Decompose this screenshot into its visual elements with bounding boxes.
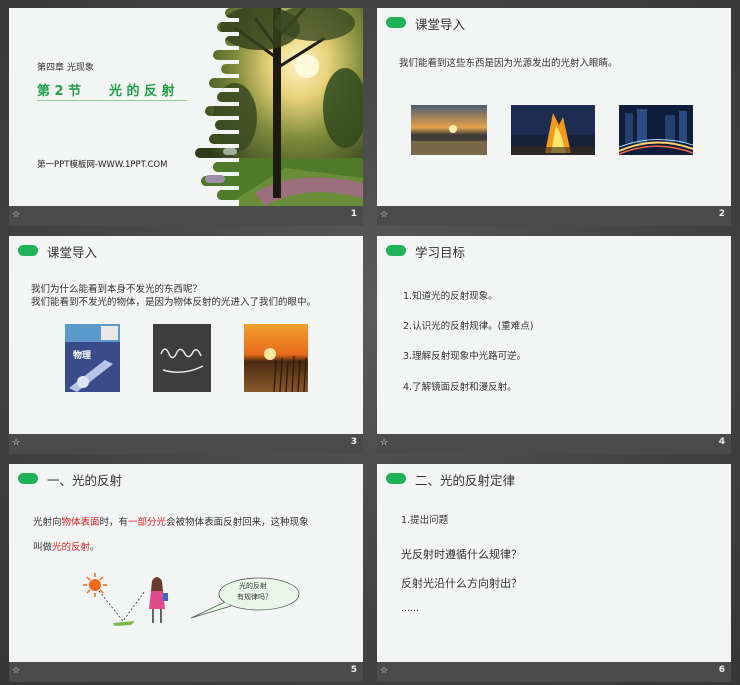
heading-pill-icon: [18, 245, 38, 256]
slide-2-body: 我们能看到这些东西是因为光源发出的光射入眼睛。: [399, 58, 618, 69]
definition-line-1: 光射向物体表面时，有一部分光会被物体表面反射回来，这种现象: [33, 514, 309, 528]
section-label: 第 2 节: [37, 84, 82, 99]
physics-book-photo: 物理: [65, 324, 120, 392]
slide-3-canvas: 课堂导入 我们为什么能看到本身不发光的东西呢？ 我们能看到不发光的物体，是因为物…: [9, 236, 363, 434]
slide-6-subheading: 1.提出问题: [401, 515, 449, 526]
bonfire-photo: [511, 105, 595, 155]
slide-1-canvas: 第四章 光现象 第 2 节 光 的 反 射 第一PPT模板网-WWW.1PPT.…: [9, 8, 363, 206]
slide-thumbnail-2[interactable]: 课堂导入 我们能看到这些东西是因为光源发出的光射入眼睛。 ☆ 2: [377, 8, 731, 226]
slide-thumbnail-6[interactable]: 二、光的反射定律 1.提出问题 光反射时遵循什么规律？ 反射光沿什么方向射出？ …: [377, 464, 731, 682]
heading-pill-icon: [386, 245, 406, 256]
slide-3-line2: 我们能看到不发光的物体，是因为物体反射的光进入了我们的眼中。: [31, 297, 317, 308]
slide-6-canvas: 二、光的反射定律 1.提出问题 光反射时遵循什么规律？ 反射光沿什么方向射出？ …: [377, 464, 731, 662]
slide-5-heading: 一、光的反射: [47, 473, 123, 488]
star-icon[interactable]: ☆: [12, 438, 20, 448]
bubble-line-1: 光的反射: [239, 582, 267, 590]
star-icon[interactable]: ☆: [380, 210, 388, 220]
slide-1-footer: ☆ 1: [9, 206, 363, 226]
slide-2-heading: 课堂导入: [415, 17, 466, 32]
slide-thumbnail-3[interactable]: 课堂导入 我们为什么能看到本身不发光的东西呢？ 我们能看到不发光的物体，是因为物…: [9, 236, 363, 454]
highlight-surface: 物体表面: [61, 517, 100, 528]
sunset-sea-photo: [411, 105, 487, 155]
chalkboard-photo: [153, 324, 211, 392]
slide-4-footer: ☆ 4: [377, 434, 731, 454]
slide-2-footer: ☆ 2: [377, 206, 731, 226]
objective-item-1: 1.知道光的反射现象。: [403, 291, 498, 302]
highlight-part-light: 一部分光: [128, 517, 167, 528]
slide-4-heading: 学习目标: [415, 245, 466, 260]
slide-3-footer: ☆ 3: [9, 434, 363, 454]
girl-figure-icon: [149, 577, 168, 623]
text-run: 叫做: [33, 542, 53, 553]
objective-item-2: 2.认识光的反射规律。(重难点): [403, 321, 534, 332]
text-run: 会被物体表面反射回来，这种现象: [166, 517, 309, 528]
slide-3-heading: 课堂导入: [47, 245, 98, 260]
slide-3-line1: 我们为什么能看到本身不发光的东西呢？: [31, 284, 203, 295]
question-1: 光反射时遵循什么规律？: [401, 548, 522, 561]
slide-number: 6: [718, 665, 725, 675]
slide-4-canvas: 学习目标 1.知道光的反射现象。 2.认识光的反射规律。(重难点) 3.理解反射…: [377, 236, 731, 434]
slide-1-title: 光 的 反 射: [109, 84, 175, 99]
slide-5-canvas: 一、光的反射 光射向物体表面时，有一部分光会被物体表面反射回来，这种现象 叫做光…: [9, 464, 363, 662]
text-run: 。: [90, 542, 100, 553]
question-2: 反射光沿什么方向射出？: [401, 577, 522, 590]
title-underline: [37, 100, 187, 101]
heading-pill-icon: [386, 473, 406, 484]
slide-number: 5: [350, 665, 357, 675]
highlight-term: 光的反射: [52, 542, 91, 553]
slide-5-footer: ☆ 5: [9, 662, 363, 682]
definition-line-2: 叫做光的反射。: [33, 539, 100, 553]
slide-number: 1: [350, 209, 357, 219]
forest-photo: [195, 8, 363, 206]
heading-pill-icon: [386, 17, 406, 28]
ellipsis: ……: [401, 604, 419, 614]
slide-number: 3: [350, 437, 357, 447]
site-label: 第一PPT模板网-WWW.1PPT.COM: [37, 160, 168, 170]
slide-6-footer: ☆ 6: [377, 662, 731, 682]
lake-sunset-photo: [244, 324, 308, 392]
bubble-line-2: 有规律吗？: [237, 593, 272, 601]
slide-6-heading: 二、光的反射定律: [415, 473, 516, 488]
slide-thumbnail-1[interactable]: 第四章 光现象 第 2 节 光 的 反 射 第一PPT模板网-WWW.1PPT.…: [9, 8, 363, 226]
slide-thumbnail-5[interactable]: 一、光的反射 光射向物体表面时，有一部分光会被物体表面反射回来，这种现象 叫做光…: [9, 464, 363, 682]
text-run: 光射向: [33, 517, 62, 528]
city-night-photo: [619, 105, 693, 155]
star-icon[interactable]: ☆: [380, 438, 388, 448]
reflection-diagram: [83, 573, 168, 626]
star-icon[interactable]: ☆: [380, 666, 388, 676]
text-run: 时，有: [99, 517, 129, 528]
objective-item-3: 3.理解反射现象中光路可逆。: [403, 351, 527, 362]
objective-item-4: 4.了解镜面反射和漫反射。: [403, 382, 517, 393]
slide-number: 4: [718, 437, 725, 447]
slide-number: 2: [718, 209, 725, 219]
chapter-label: 第四章 光现象: [37, 63, 94, 73]
heading-pill-icon: [18, 473, 38, 484]
sun-icon: [83, 573, 107, 597]
slide-2-canvas: 课堂导入 我们能看到这些东西是因为光源发出的光射入眼睛。: [377, 8, 731, 206]
slide-thumbnail-4[interactable]: 学习目标 1.知道光的反射现象。 2.认识光的反射规律。(重难点) 3.理解反射…: [377, 236, 731, 454]
star-icon[interactable]: ☆: [12, 666, 20, 676]
star-icon[interactable]: ☆: [12, 210, 20, 220]
